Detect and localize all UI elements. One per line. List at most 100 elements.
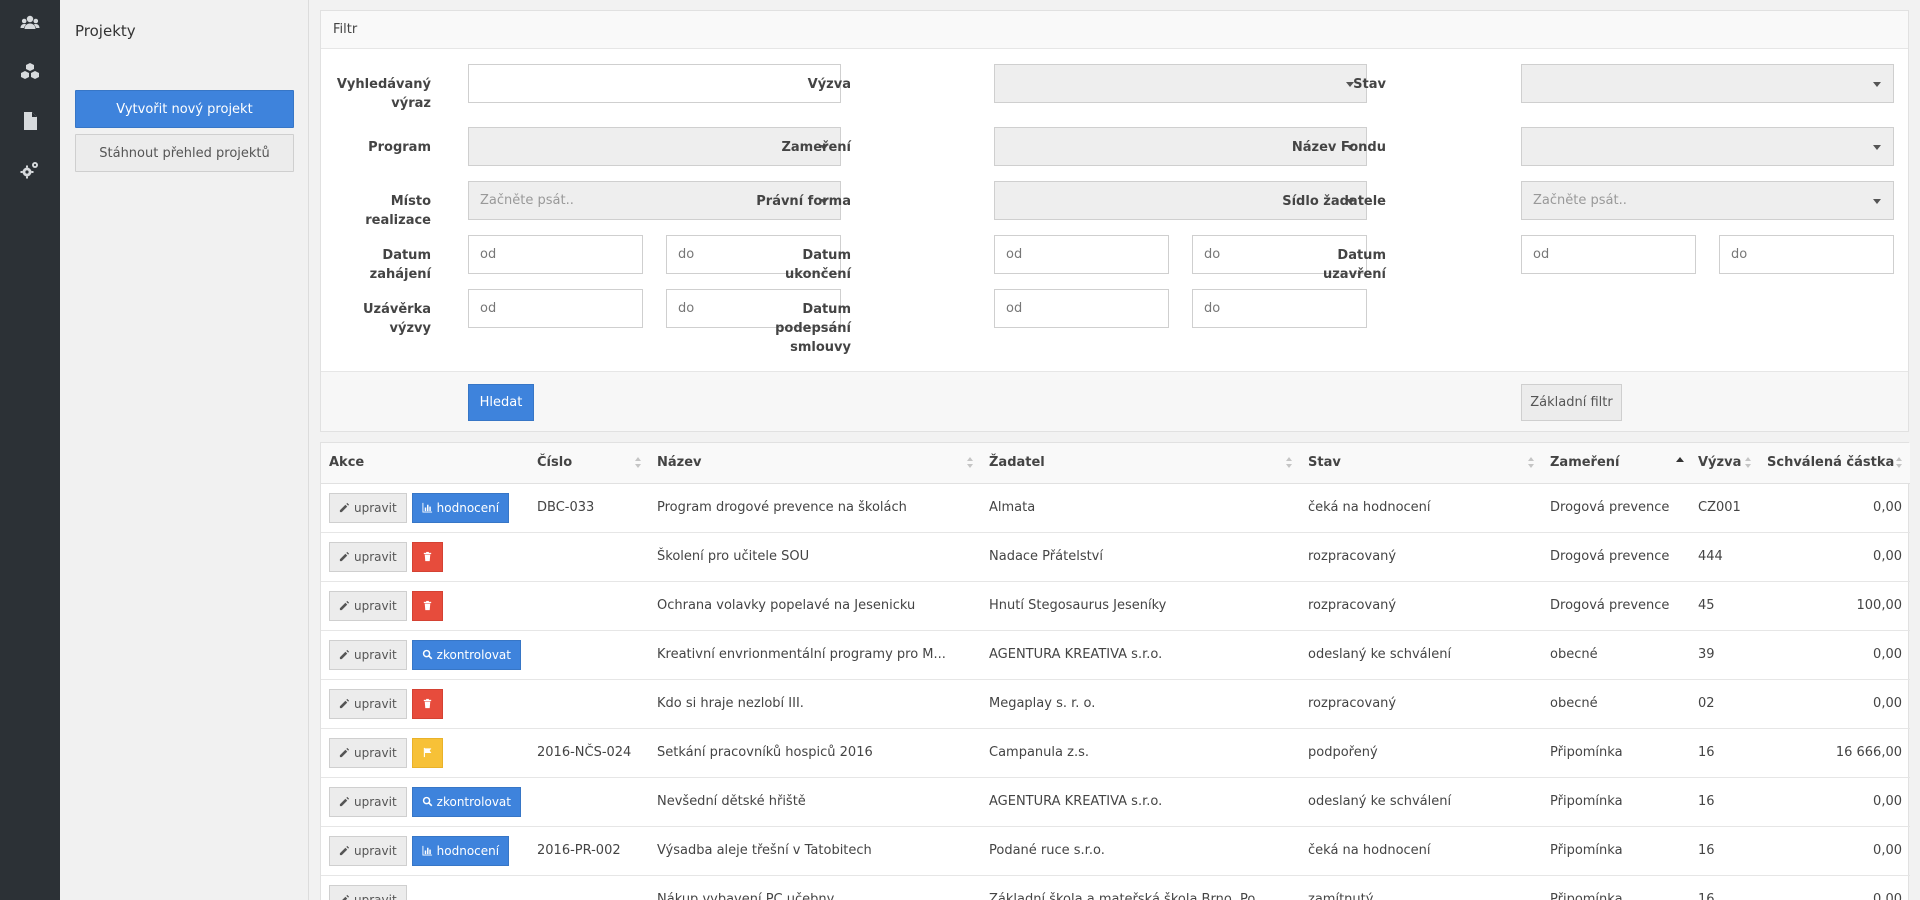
table-row[interactable]: upravit zkontrolovat Nevšední dětské hřišt… [321, 777, 1910, 827]
trash-icon [423, 600, 431, 611]
cell-nazev: Školení pro učitele SOU [649, 532, 981, 582]
zkontrolovat-button[interactable]: zkontrolovat [411, 786, 521, 817]
datum-uzavreni-do[interactable]: do [1719, 235, 1894, 274]
cell-nazev: Setkání pracovníků hospiců 2016 [649, 728, 981, 778]
datum-ukonceni-od[interactable]: od [994, 235, 1169, 274]
download-overview-button[interactable]: Stáhnout přehled projektů [75, 134, 294, 172]
table-row[interactable]: upravit Školení pro učitele SOU Nadace Přá… [321, 532, 1910, 582]
pencil-icon [339, 502, 350, 513]
datum-podpisu-do[interactable]: do [1192, 289, 1367, 328]
edit-button[interactable]: upravit [329, 688, 407, 719]
chevron-down-icon [1873, 82, 1881, 87]
bar-chart-icon [422, 845, 432, 856]
col-akce: Akce [321, 443, 529, 484]
cell-vyzva: 16 [1690, 728, 1759, 778]
col-stav[interactable]: Stav [1300, 443, 1542, 484]
datum-podpisu-od[interactable]: od [994, 289, 1169, 328]
datum-podpisu-label: Datum podepsání smlouvy [775, 302, 851, 355]
cell-akce: upravit [321, 532, 529, 582]
new-project-button[interactable]: Vytvořit nový projekt [75, 90, 294, 128]
cell-zamereni: Připomínka [1542, 826, 1690, 876]
delete-button[interactable] [411, 590, 443, 621]
datum-zahajeni-label: Datum zahájení [369, 248, 431, 282]
delete-button[interactable] [411, 541, 443, 572]
cell-akce: upravit zkontrolovat [321, 777, 529, 827]
cell-cislo [529, 777, 649, 827]
cell-zamereni: Připomínka [1542, 728, 1690, 778]
misto-label: Místo realizace [365, 194, 431, 228]
cell-castka: 0,00 [1759, 483, 1910, 533]
col-castka[interactable]: Schválená částka [1759, 443, 1910, 484]
uzaverka-od[interactable]: od [468, 289, 643, 328]
sort-icon [1286, 457, 1292, 468]
table-row[interactable]: upravit hodnocení DBC-033 Program drogové p… [321, 483, 1910, 533]
zkontrolovat-button[interactable]: zkontrolovat [411, 639, 521, 670]
cell-akce: upravit [321, 581, 529, 631]
search-button[interactable]: Hledat [468, 384, 534, 421]
pencil-icon [342, 894, 350, 900]
cell-zadatel: AGENTURA KREATIVA s.r.o. [981, 777, 1300, 827]
delete-button[interactable] [411, 688, 443, 719]
cubes-icon[interactable] [18, 60, 42, 84]
datum-zahajeni-od[interactable]: od [468, 235, 643, 274]
datum-uzavreni-od[interactable]: od [1521, 235, 1696, 274]
col-cislo[interactable]: Číslo [529, 443, 649, 484]
edit-button[interactable]: upravit [329, 492, 407, 523]
file-icon[interactable] [18, 109, 42, 133]
table-row[interactable]: upravit hodnocení 2016-PR-002 Výsadba aleje… [321, 826, 1910, 876]
basic-filter-button[interactable]: Základní filtr [1521, 384, 1622, 421]
stav-select[interactable] [1521, 64, 1894, 103]
cell-nazev: Kdo si hraje nezlobí III. [649, 679, 981, 729]
cell-stav: čeká na hodnocení [1300, 483, 1542, 533]
table-row[interactable]: upravit Kdo si hraje nezlobí III. Megaplay… [321, 679, 1910, 729]
cell-stav: zamítnutý [1300, 875, 1542, 900]
cell-nazev: Program drogové prevence na školách [649, 483, 981, 533]
datum-uzavreni-label: Datum uzavření [1322, 248, 1386, 282]
edit-button[interactable]: upravit [329, 835, 407, 866]
users-icon[interactable] [18, 11, 42, 35]
chevron-down-icon [1873, 199, 1881, 204]
table-row[interactable]: upravit Ochrana volavky popelavé na Jesen… [321, 581, 1910, 631]
edit-button[interactable]: upravit [329, 786, 407, 817]
cell-vyzva: 45 [1690, 581, 1759, 631]
filter-footer: Hledat Základní filtr [321, 371, 1908, 431]
pravni-forma-label: Právní forma [756, 194, 851, 209]
filter-form: Vyhledávaný výraz Výzva Stav Program Zam… [321, 49, 1908, 371]
cell-zadatel: Hnutí Stegosaurus Jeseníky [981, 581, 1300, 631]
cell-akce: upravit [321, 875, 529, 900]
cell-castka: 0,00 [1759, 532, 1910, 582]
table-row[interactable]: upravit 2016-NČS-024 Setkání pracovníků ho… [321, 728, 1910, 778]
col-nazev[interactable]: Název [649, 443, 981, 484]
filter-title: Filtr [321, 11, 1908, 49]
table-row[interactable]: upravit zkontrolovat Kreativní envrionment… [321, 630, 1910, 680]
cell-castka: 16 666,00 [1759, 728, 1910, 778]
edit-button[interactable]: upravit [329, 639, 407, 670]
cell-zamereni: Drogová prevence [1542, 483, 1690, 533]
flag-button[interactable] [411, 737, 443, 768]
search-icon [422, 796, 433, 807]
edit-button[interactable]: upravit [329, 590, 407, 621]
cell-stav: odeslaný ke schválení [1300, 777, 1542, 827]
nazev-fondu-select[interactable] [1521, 127, 1894, 166]
zamereni-label: Zameření [781, 140, 851, 155]
col-vyzva[interactable]: Výzva [1690, 443, 1759, 484]
edit-button[interactable]: upravit [329, 737, 407, 768]
edit-button[interactable]: upravit [329, 541, 407, 572]
cogs-icon[interactable] [18, 158, 42, 182]
stav-label: Stav [1353, 77, 1386, 92]
cell-zadatel: Campanula z.s. [981, 728, 1300, 778]
edit-button[interactable]: upravit [329, 884, 407, 900]
table-row[interactable]: upravit Nákup vybavení PC učebny Základní … [321, 875, 1910, 900]
hodnoceni-button[interactable]: hodnocení [411, 492, 510, 523]
col-zadatel[interactable]: Žadatel [981, 443, 1300, 484]
cell-zadatel: AGENTURA KREATIVA s.r.o. [981, 630, 1300, 680]
col-zamereni[interactable]: Zameření [1542, 443, 1690, 484]
bar-chart-icon [422, 502, 432, 513]
search-label: Vyhledávaný výraz [336, 77, 431, 111]
sidlo-select[interactable]: Začněte psát.. [1521, 181, 1894, 220]
hodnoceni-button[interactable]: hodnocení [411, 835, 510, 866]
cell-stav: rozpracovaný [1300, 581, 1542, 631]
cell-zamereni: Připomínka [1542, 875, 1690, 900]
cell-vyzva: 02 [1690, 679, 1759, 729]
sort-icon [1745, 457, 1751, 468]
